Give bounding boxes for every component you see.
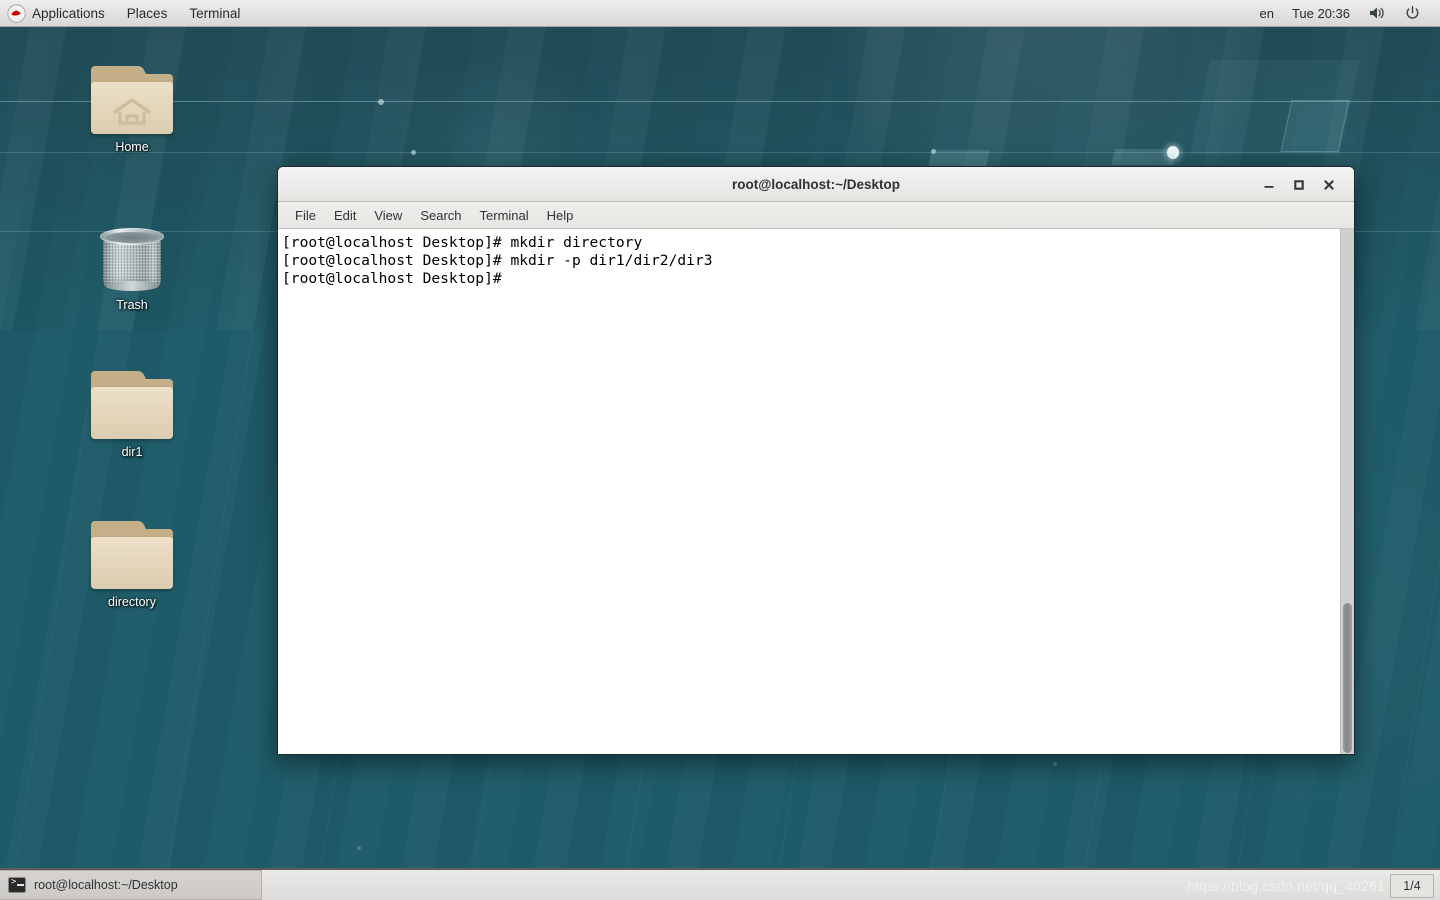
folder-icon <box>91 521 173 589</box>
menu-terminal[interactable]: Terminal <box>178 0 251 27</box>
window-controls <box>1254 167 1344 202</box>
terminal-titlebar[interactable]: root@localhost:~/Desktop <box>278 167 1354 202</box>
top-panel-menus: Applications Places Terminal <box>0 0 251 27</box>
wallpaper-dot-1 <box>378 99 384 105</box>
desktop-icon-directory[interactable]: directory <box>72 521 192 609</box>
terminal-output[interactable]: [root@localhost Desktop]# mkdir director… <box>278 229 1340 754</box>
workspace-switcher[interactable]: 1/4 <box>1390 874 1434 898</box>
terminal-scrollbar[interactable] <box>1340 229 1354 754</box>
menu-search[interactable]: Search <box>411 202 470 229</box>
input-source-indicator[interactable]: en <box>1250 6 1282 21</box>
close-button[interactable] <box>1314 170 1344 200</box>
wallpaper-shape-4 <box>1189 60 1361 155</box>
menu-view[interactable]: View <box>365 202 411 229</box>
desktop-icon-label: dir1 <box>121 445 143 459</box>
menu-terminal[interactable]: Terminal <box>471 202 538 229</box>
desktop-icon-home[interactable]: Home <box>72 66 192 154</box>
redhat-logo-icon[interactable] <box>7 4 26 23</box>
folder-icon <box>91 371 173 439</box>
power-icon[interactable] <box>1395 5 1430 22</box>
menu-help[interactable]: Help <box>538 202 583 229</box>
terminal-icon <box>8 877 26 893</box>
menu-places[interactable]: Places <box>116 0 179 27</box>
taskbar-item-terminal[interactable]: root@localhost:~/Desktop <box>0 870 262 900</box>
wallpaper-dot-2 <box>411 150 416 155</box>
desktop-icon-trash[interactable]: Trash <box>72 222 192 312</box>
trash-icon <box>97 224 167 292</box>
desktop-icon-label: Trash <box>116 298 148 312</box>
top-panel: Applications Places Terminal en Tue 20:3… <box>0 0 1440 27</box>
wallpaper-dot-5 <box>1053 762 1057 766</box>
taskbar-item-label: root@localhost:~/Desktop <box>34 878 178 892</box>
house-icon <box>113 98 151 125</box>
top-panel-tray: en Tue 20:36 <box>1250 5 1440 22</box>
maximize-button[interactable] <box>1284 170 1314 200</box>
folder-home-icon <box>91 66 173 134</box>
minimize-button[interactable] <box>1254 170 1284 200</box>
watermark-text: https://blog.csdn.net/qq_40261 <box>1187 878 1385 894</box>
wallpaper-dot-6 <box>357 846 361 850</box>
menu-edit[interactable]: Edit <box>325 202 365 229</box>
menu-file[interactable]: File <box>286 202 325 229</box>
terminal-window[interactable]: root@localhost:~/Desktop File Edit View … <box>277 166 1355 755</box>
scrollbar-thumb[interactable] <box>1343 603 1352 753</box>
terminal-body[interactable]: [root@localhost Desktop]# mkdir director… <box>278 229 1354 754</box>
bottom-panel: root@localhost:~/Desktop https://blog.cs… <box>0 868 1440 900</box>
terminal-menubar: File Edit View Search Terminal Help <box>278 202 1354 229</box>
window-title: root@localhost:~/Desktop <box>731 176 901 192</box>
clock[interactable]: Tue 20:36 <box>1283 6 1359 21</box>
desktop-icon-dir1[interactable]: dir1 <box>72 371 192 459</box>
volume-icon[interactable] <box>1359 5 1395 21</box>
desktop-icon-label: directory <box>108 595 156 609</box>
wallpaper-shape-2 <box>1111 149 1177 165</box>
desktop-icon-label: Home <box>115 140 149 154</box>
wallpaper-shape-1 <box>928 150 990 166</box>
